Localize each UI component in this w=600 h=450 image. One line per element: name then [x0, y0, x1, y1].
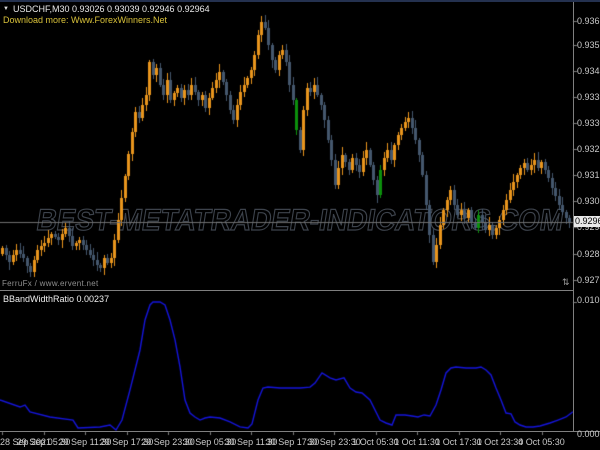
symbol-quote-text: USDCHF,M30 0.93026 0.93039 0.92946 0.929…: [12, 4, 210, 14]
quote-line: ▼ USDCHF,M30 0.93026 0.93039 0.92946 0.9…: [3, 4, 210, 14]
chart-menu-icon[interactable]: ▼: [3, 6, 9, 12]
price-axis-label: 0.92765: [577, 275, 600, 285]
price-axis-label: 0.93035: [577, 196, 600, 206]
price-axis-label: 0.93395: [577, 92, 600, 102]
mt4-chart-window: BEST-METATRADER-INDICATORS.COM ▼ USDCHF,…: [0, 0, 600, 450]
indicator-label: BBandWidthRatio 0.00237: [3, 294, 110, 304]
chart-shift-icon[interactable]: ⇅: [562, 278, 570, 288]
chart-canvas[interactable]: [0, 0, 600, 450]
time-axis-label: 4 Oct 05:30: [518, 437, 565, 447]
credit-text: FerruFx / www.ervent.net: [2, 279, 99, 288]
price-axis-label: 0.93125: [577, 170, 600, 180]
time-axis-border: [0, 431, 600, 432]
current-price-tag: 0.92964: [574, 216, 600, 227]
price-axis-label: 0.93215: [577, 144, 600, 154]
promo-link[interactable]: Download more: Www.ForexWinners.Net: [3, 15, 167, 25]
price-axis-label: 0.93575: [577, 40, 600, 50]
window-top-border: [0, 0, 600, 2]
price-axis-label: 0.93485: [577, 66, 600, 76]
price-axis-label: 0.93660: [577, 16, 600, 26]
indicator-axis-label: 0.00094: [577, 429, 600, 439]
indicator-axis-label: 0.01097: [577, 295, 600, 305]
price-axis-label: 0.93305: [577, 118, 600, 128]
price-axis-label: 0.92855: [577, 249, 600, 259]
panel-divider[interactable]: [0, 290, 573, 291]
